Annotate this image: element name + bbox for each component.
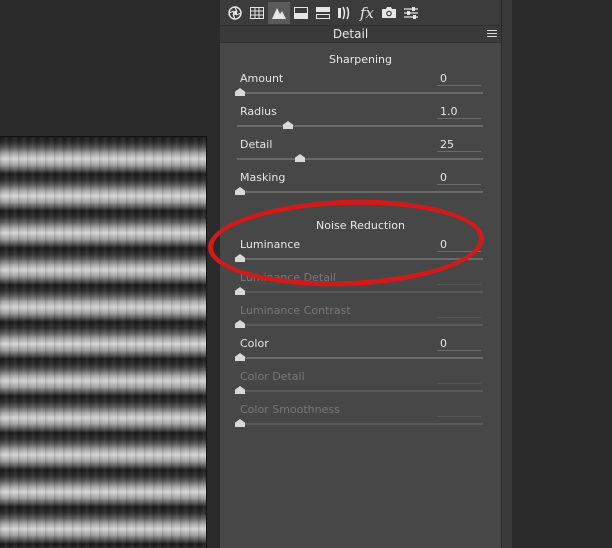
lens-icon[interactable]: [334, 2, 356, 24]
color-detail-value-field: [437, 370, 481, 384]
luminance-detail-slider-row: Luminance Detail: [220, 271, 501, 304]
detail-slider-track[interactable]: [237, 158, 483, 160]
detail-slider-row: Detail 25: [220, 138, 501, 171]
luminance-contrast-slider-track: [237, 324, 483, 326]
masking-slider-track[interactable]: [237, 191, 483, 193]
radius-slider-track[interactable]: [237, 125, 483, 127]
split-tone-icon[interactable]: [290, 2, 312, 24]
slider-label: Color: [240, 337, 269, 350]
color-smoothness-slider-track: [237, 423, 483, 425]
camera-icon[interactable]: [378, 2, 400, 24]
panel-header: Detail: [220, 25, 501, 43]
panel-menu-icon[interactable]: [487, 30, 497, 39]
amount-value-field[interactable]: 0: [437, 72, 481, 86]
presets-sliders-icon[interactable]: [400, 2, 422, 24]
panel-toolbar: fx: [220, 0, 501, 25]
slider-label: Amount: [240, 72, 284, 85]
amount-slider-thumb[interactable]: [235, 88, 245, 96]
detail-triangle-icon[interactable]: [268, 1, 290, 24]
color-smoothness-slider-row: Color Smoothness: [220, 403, 501, 436]
slider-label: Detail: [240, 138, 273, 151]
luminance-slider-thumb[interactable]: [235, 254, 245, 262]
color-smoothness-slider-thumb: [235, 419, 245, 427]
aperture-icon[interactable]: [224, 2, 246, 24]
amount-slider-track[interactable]: [237, 92, 483, 94]
luminance-slider-row: Luminance 0: [220, 238, 501, 271]
fx-label: fx: [359, 3, 374, 22]
luminance-contrast-value-field: [437, 304, 481, 318]
slider-label: Luminance Contrast: [240, 304, 351, 317]
slider-label: Color Detail: [240, 370, 305, 383]
image-preview[interactable]: [0, 136, 207, 548]
color-slider-thumb[interactable]: [235, 353, 245, 361]
luminance-contrast-slider-thumb: [235, 320, 245, 328]
detail-panel: fx Detail Sharpening Amount 0 Radius 1.0…: [220, 0, 501, 548]
color-smoothness-value-field: [437, 403, 481, 417]
detail-slider-thumb[interactable]: [295, 154, 305, 162]
luminance-detail-slider-thumb: [235, 287, 245, 295]
color-detail-slider-row: Color Detail: [220, 370, 501, 403]
panel-title: Detail: [332, 27, 369, 41]
radius-slider-thumb[interactable]: [283, 121, 293, 129]
detail-value-field[interactable]: 25: [437, 138, 481, 152]
slider-label: Masking: [240, 171, 286, 184]
masking-slider-row: Masking 0: [220, 171, 501, 204]
luminance-detail-slider-track: [237, 291, 483, 293]
fx-icon[interactable]: fx: [356, 2, 378, 24]
amount-slider-row: Amount 0: [220, 72, 501, 105]
masking-slider-thumb[interactable]: [235, 187, 245, 195]
slider-label: Luminance: [240, 238, 301, 251]
color-slider-row: Color 0: [220, 337, 501, 370]
radius-slider-row: Radius 1.0: [220, 105, 501, 138]
panel-scrollbar[interactable]: [501, 0, 513, 548]
luminance-value-field[interactable]: 0: [437, 238, 481, 252]
workspace-background-right: [513, 0, 612, 548]
slider-label: Luminance Detail: [240, 271, 337, 284]
color-value-field[interactable]: 0: [437, 337, 481, 351]
slider-label: Radius: [240, 105, 277, 118]
color-detail-slider-track: [237, 390, 483, 392]
radius-value-field[interactable]: 1.0: [437, 105, 481, 119]
masking-value-field[interactable]: 0: [437, 171, 481, 185]
luminance-slider-track[interactable]: [237, 258, 483, 260]
grid-icon[interactable]: [246, 2, 268, 24]
sharpening-title: Sharpening: [329, 53, 392, 66]
color-slider-track[interactable]: [237, 357, 483, 359]
hsl-icon[interactable]: [312, 2, 334, 24]
luminance-contrast-slider-row: Luminance Contrast: [220, 304, 501, 337]
slider-label: Color Smoothness: [240, 403, 340, 416]
color-detail-slider-thumb: [235, 386, 245, 394]
noise-reduction-title: Noise Reduction: [316, 219, 405, 232]
luminance-detail-value-field: [437, 271, 481, 285]
